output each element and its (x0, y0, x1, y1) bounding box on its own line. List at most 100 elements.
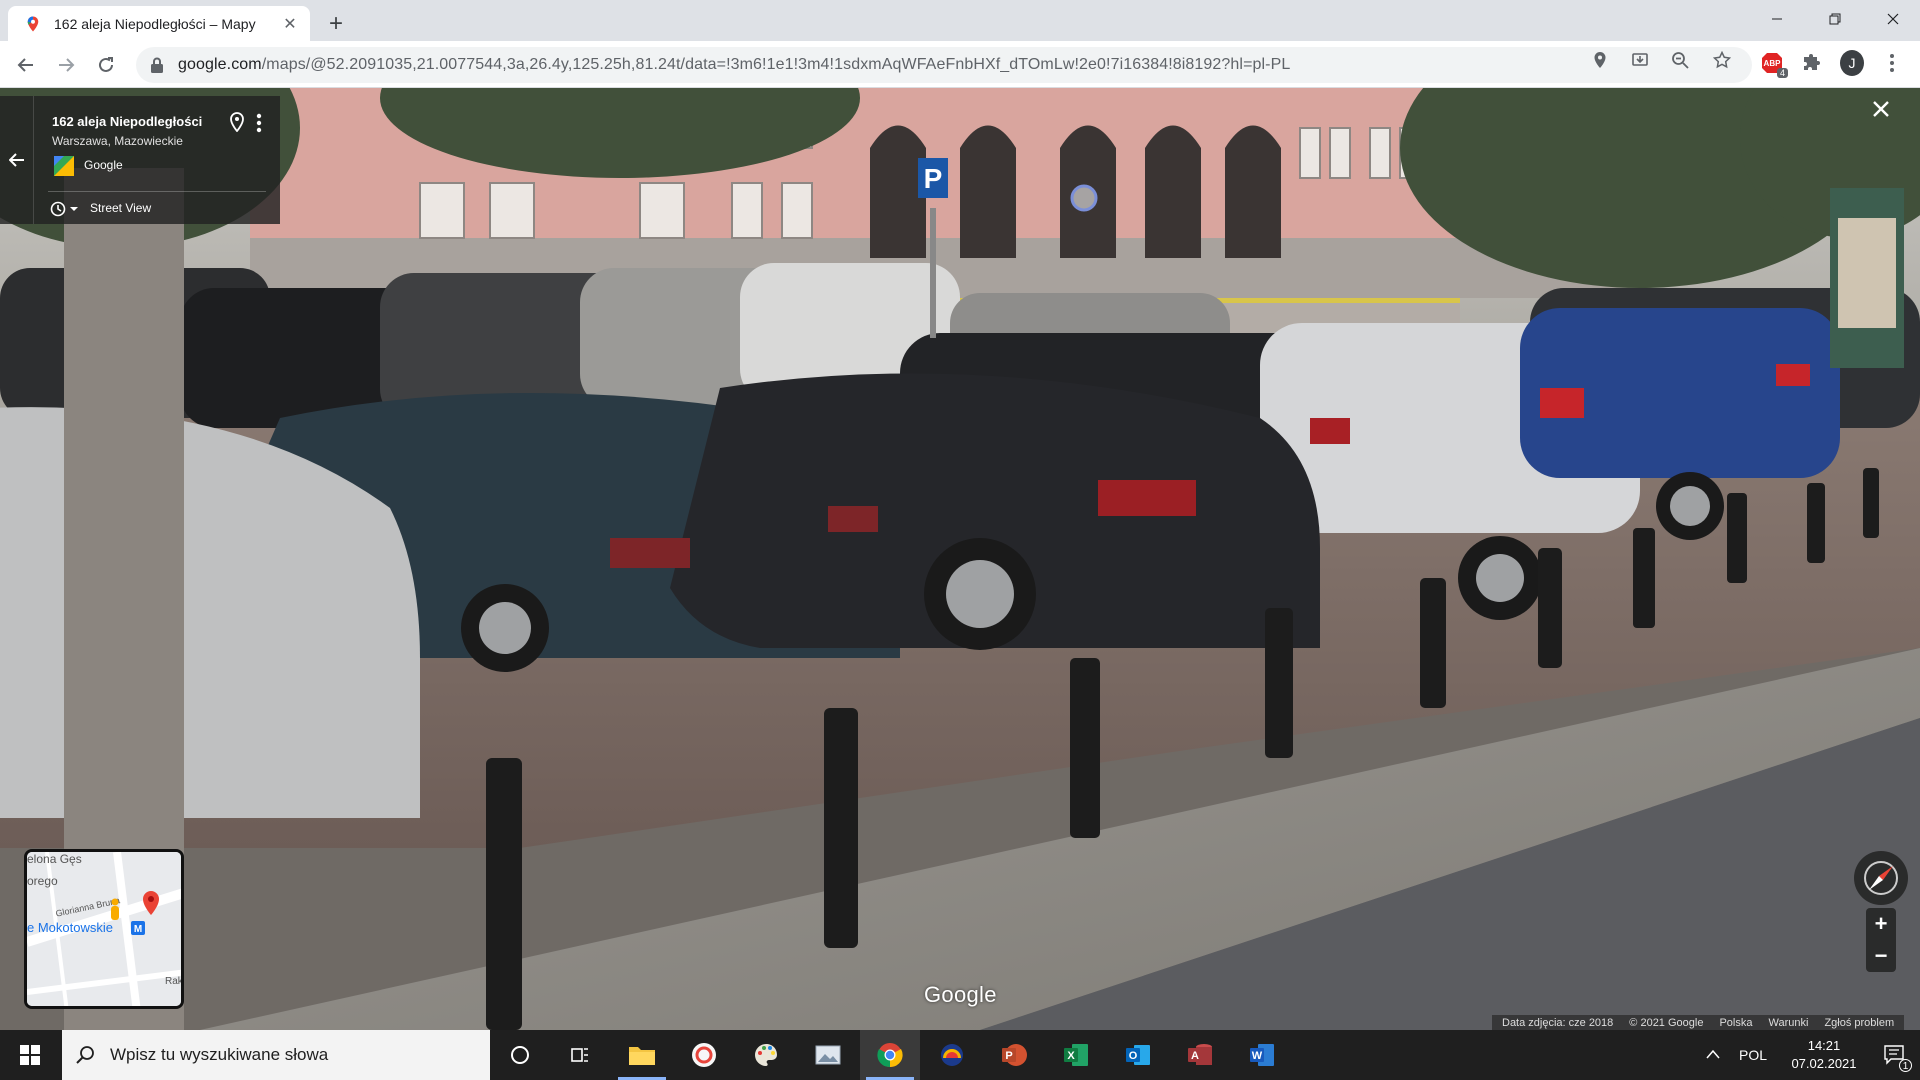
excel-icon: X (1064, 1044, 1088, 1066)
minimap[interactable]: elona Gęs orego Glorianna Bruna e Mokoto… (24, 849, 184, 1009)
close-icon (1873, 101, 1889, 117)
svg-text:ABP: ABP (1764, 59, 1782, 68)
bookmark-button[interactable] (1712, 50, 1732, 70)
word-icon: W (1250, 1044, 1274, 1066)
cortana-icon (511, 1046, 529, 1064)
terms-link[interactable]: Warunki (1769, 1017, 1809, 1029)
minimize-icon (1772, 18, 1782, 20)
file-explorer-button[interactable] (612, 1030, 672, 1080)
powerpoint-icon: P (1002, 1044, 1027, 1066)
reload-button[interactable] (90, 49, 122, 81)
street-view-panorama[interactable]: P 162 aleja Niepodległości Warszawa, Maz… (0, 88, 1920, 1030)
svg-text:P: P (1005, 1050, 1012, 1062)
tab-strip: 162 aleja Niepodległości – Mapy ✕ + (0, 0, 1920, 41)
extensions-button[interactable] (1800, 51, 1824, 75)
input-language-indicator[interactable]: POL (1728, 1047, 1778, 1063)
task-view-icon (571, 1048, 588, 1062)
lock-icon (151, 57, 163, 73)
minimap-label: orego (27, 874, 58, 888)
adblock-extension-button[interactable]: ABP 4 (1760, 51, 1788, 78)
window-close-button[interactable] (1864, 0, 1920, 38)
report-problem-link[interactable]: Zgłoś problem (1824, 1017, 1894, 1029)
card-divider (48, 191, 266, 192)
word-app-button[interactable]: W (1232, 1030, 1292, 1080)
country-link[interactable]: Polska (1719, 1017, 1752, 1029)
clock-date: 07.02.2021 (1791, 1056, 1857, 1071)
provider-label: Google (84, 158, 123, 172)
outlook-app-button[interactable]: O (1108, 1030, 1168, 1080)
compass-button[interactable] (1854, 851, 1908, 905)
google-maps-icon (27, 16, 39, 31)
app-a-icon (692, 1043, 716, 1067)
map-marker-icon (143, 891, 159, 915)
zoom-button[interactable] (1670, 50, 1690, 70)
maximize-button[interactable] (1806, 0, 1864, 38)
metro-icon: M (131, 921, 145, 935)
forward-button[interactable] (50, 49, 82, 81)
adblock-badge: 4 (1776, 68, 1788, 78)
avatar-initial: J (1848, 55, 1856, 71)
access-app-button[interactable]: A (1170, 1030, 1230, 1080)
paint-app-button[interactable] (736, 1030, 796, 1080)
browser-menu-button[interactable] (1880, 51, 1904, 75)
chrome-icon (877, 1043, 903, 1068)
cortana-button[interactable] (490, 1030, 550, 1080)
avatar: J (1840, 50, 1864, 76)
start-button[interactable] (0, 1030, 60, 1080)
arrow-left-icon (17, 58, 33, 72)
clock[interactable]: 14:21 07.02.2021 (1778, 1037, 1870, 1073)
zoom-out-button[interactable]: − (1866, 940, 1896, 972)
place-subtitle: Warszawa, Mazowieckie (52, 134, 183, 148)
clock-time: 14:21 (1807, 1038, 1841, 1053)
url-text: google.com/maps/@52.2091035,21.0077544,3… (178, 56, 1290, 74)
history-clock-icon[interactable] (50, 200, 84, 218)
attribution-bar: Data zdjęcia: cze 2018 © 2021 Google Pol… (1492, 1015, 1905, 1030)
place-info-card: 162 aleja Niepodległości Warszawa, Mazow… (0, 96, 280, 224)
app-sunrise-button[interactable] (922, 1030, 982, 1080)
install-button[interactable] (1630, 50, 1650, 70)
close-icon (1887, 13, 1899, 25)
powerpoint-app-button[interactable]: P (984, 1030, 1044, 1080)
opera-app-button[interactable] (674, 1030, 734, 1080)
svg-text:O: O (1129, 1050, 1138, 1062)
outlook-icon: O (1126, 1045, 1150, 1065)
new-tab-button[interactable]: + (322, 10, 350, 38)
browser-tab[interactable]: 162 aleja Niepodległości – Mapy ✕ (8, 6, 310, 41)
excel-app-button[interactable]: X (1046, 1030, 1106, 1080)
install-icon (1632, 53, 1648, 66)
svg-text:W: W (1252, 1050, 1263, 1062)
app-sunrise-icon (941, 1044, 963, 1066)
profile-button[interactable]: J (1840, 50, 1864, 76)
google-maps-badge-icon (54, 156, 74, 176)
address-bar[interactable]: google.com/maps/@52.2091035,21.0077544,3… (136, 47, 1752, 83)
chevron-up-icon (1706, 1049, 1720, 1059)
more-vertical-icon[interactable] (254, 112, 264, 134)
action-center-button[interactable]: 1 (1870, 1030, 1920, 1080)
folder-icon (629, 1047, 655, 1065)
zoom-control: + − (1866, 908, 1896, 972)
search-placeholder: Wpisz tu wyszukiwane słowa (110, 1045, 329, 1064)
access-icon: A (1188, 1044, 1212, 1065)
zoom-in-button[interactable]: + (1866, 908, 1896, 940)
chrome-app-button[interactable] (860, 1030, 920, 1080)
tab-close-icon[interactable]: ✕ (280, 14, 300, 34)
location-pin-icon[interactable] (228, 112, 246, 132)
minimap-label: elona Gęs (27, 852, 82, 866)
taskbar-search-input[interactable]: Wpisz tu wyszukiwane słowa (62, 1030, 490, 1080)
close-street-view-button[interactable] (1866, 94, 1896, 124)
tab-title: 162 aleja Niepodległości – Mapy (54, 15, 256, 32)
arrow-right-icon (59, 58, 75, 72)
task-view-button[interactable] (550, 1030, 610, 1080)
system-tray: POL 14:21 07.02.2021 1 (1698, 1030, 1920, 1080)
show-hidden-icons-button[interactable] (1698, 1046, 1728, 1064)
minimize-button[interactable] (1748, 0, 1806, 38)
photos-app-button[interactable] (798, 1030, 858, 1080)
restore-icon (1829, 13, 1841, 25)
image-icon (815, 1045, 841, 1065)
reload-icon (99, 57, 113, 72)
back-to-map-button[interactable] (0, 96, 34, 224)
location-pin-icon (1594, 52, 1606, 68)
back-button[interactable] (10, 49, 42, 81)
location-button[interactable] (1590, 50, 1610, 70)
svg-text:P: P (924, 163, 943, 194)
